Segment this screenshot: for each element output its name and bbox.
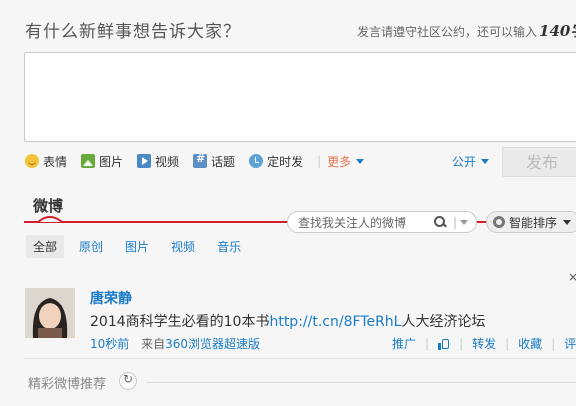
chevron-down-icon bbox=[563, 219, 572, 225]
composer-title: 有什么新鲜事想告诉大家？ bbox=[25, 22, 241, 42]
tab-indicator-icon bbox=[38, 216, 62, 223]
favorite-button[interactable]: 收藏 bbox=[518, 335, 542, 352]
emoji-button[interactable]: 表情 bbox=[25, 153, 67, 170]
more-label: 更多 bbox=[327, 154, 352, 169]
image-icon bbox=[81, 154, 96, 168]
avatar-image bbox=[25, 288, 75, 338]
post-text-prefix: 2014商科学生必看的10本书 bbox=[90, 314, 270, 330]
emoji-label: 表情 bbox=[43, 154, 68, 169]
tab-weibo[interactable]: 微博 bbox=[33, 195, 63, 216]
post-divider bbox=[24, 358, 576, 359]
post-actions: 推广 | | 转发 | 收藏 | 评论 bbox=[392, 335, 576, 352]
sort-label: 智能排序 bbox=[509, 215, 558, 230]
clock-icon bbox=[249, 154, 264, 168]
action-divider: | bbox=[551, 336, 556, 351]
topic-button[interactable]: 话题 bbox=[193, 152, 236, 170]
more-button[interactable]: 更多 bbox=[327, 153, 365, 170]
emoji-icon bbox=[25, 154, 39, 168]
post-link[interactable]: http://t.cn/8FTeRhL bbox=[269, 314, 401, 330]
recommend-title: 精彩微博推荐 bbox=[28, 377, 107, 392]
word-count-number: 140字 bbox=[539, 22, 576, 40]
publish-button[interactable]: 发布 bbox=[502, 147, 576, 177]
topic-label: 话题 bbox=[211, 154, 236, 169]
post-text: 2014商科学生必看的10本书http://t.cn/8FTeRhL人大经济论坛 bbox=[90, 311, 485, 331]
action-divider: | bbox=[459, 336, 464, 351]
visibility-label: 公开 bbox=[452, 155, 477, 169]
image-label: 图片 bbox=[99, 154, 124, 169]
feed-filters: 全部 原创 图片 视频 音乐 bbox=[26, 235, 256, 258]
search-placeholder: 查找我关注人的微博 bbox=[298, 215, 407, 230]
gear-icon bbox=[493, 216, 505, 228]
search-following-input[interactable]: 查找我关注人的微博 | bbox=[287, 211, 477, 233]
repost-button[interactable]: 转发 bbox=[472, 335, 496, 352]
filter-videos[interactable]: 视频 bbox=[164, 235, 202, 258]
composer-toolbar: 表情 图片 视频 话题 定时发 | 更多 bbox=[25, 152, 365, 170]
post-source[interactable]: 360浏览器超速版 bbox=[165, 337, 260, 351]
promote-button[interactable]: 推广 bbox=[392, 335, 416, 352]
schedule-label: 定时发 bbox=[267, 154, 304, 169]
video-label: 视频 bbox=[155, 154, 180, 169]
filter-all[interactable]: 全部 bbox=[26, 235, 65, 258]
video-button[interactable]: 视频 bbox=[137, 153, 179, 170]
post-time[interactable]: 10秒前 bbox=[90, 337, 129, 351]
word-count-hint: 发言请遵守社区公约，还可以输入140字 bbox=[357, 20, 576, 41]
topic-icon bbox=[193, 152, 208, 168]
post-meta: 10秒前 来自360浏览器超速版 bbox=[90, 335, 260, 352]
action-divider: | bbox=[425, 336, 430, 351]
post-text-suffix: 人大经济论坛 bbox=[401, 314, 486, 330]
sort-dropdown[interactable]: 智能排序 bbox=[486, 211, 576, 233]
refresh-icon[interactable] bbox=[119, 372, 137, 390]
recommend-line bbox=[146, 382, 576, 383]
filter-original[interactable]: 原创 bbox=[72, 235, 110, 258]
image-button[interactable]: 图片 bbox=[81, 153, 123, 170]
chevron-down-icon bbox=[481, 159, 490, 164]
visibility-dropdown[interactable]: 公开 bbox=[452, 153, 490, 170]
filter-music[interactable]: 音乐 bbox=[210, 235, 248, 258]
like-icon[interactable] bbox=[438, 338, 450, 350]
word-count-hint-text: 发言请遵守社区公约，还可以输入 bbox=[357, 25, 538, 39]
action-divider: | bbox=[505, 336, 510, 351]
chevron-down-icon[interactable] bbox=[460, 219, 468, 225]
toolbar-divider: | bbox=[317, 154, 322, 168]
chevron-down-icon bbox=[356, 158, 365, 164]
comment-button[interactable]: 评论 bbox=[564, 335, 576, 352]
schedule-button[interactable]: 定时发 bbox=[249, 153, 303, 170]
post-source-prefix: 来自 bbox=[141, 337, 166, 351]
post-username[interactable]: 唐荣静 bbox=[90, 288, 132, 308]
avatar[interactable] bbox=[25, 288, 75, 338]
search-divider: | bbox=[452, 215, 457, 229]
post-textarea[interactable] bbox=[24, 52, 576, 142]
video-icon bbox=[137, 154, 152, 168]
search-icon[interactable] bbox=[433, 215, 447, 229]
filter-images[interactable]: 图片 bbox=[118, 235, 156, 258]
close-icon[interactable]: × bbox=[568, 270, 576, 284]
